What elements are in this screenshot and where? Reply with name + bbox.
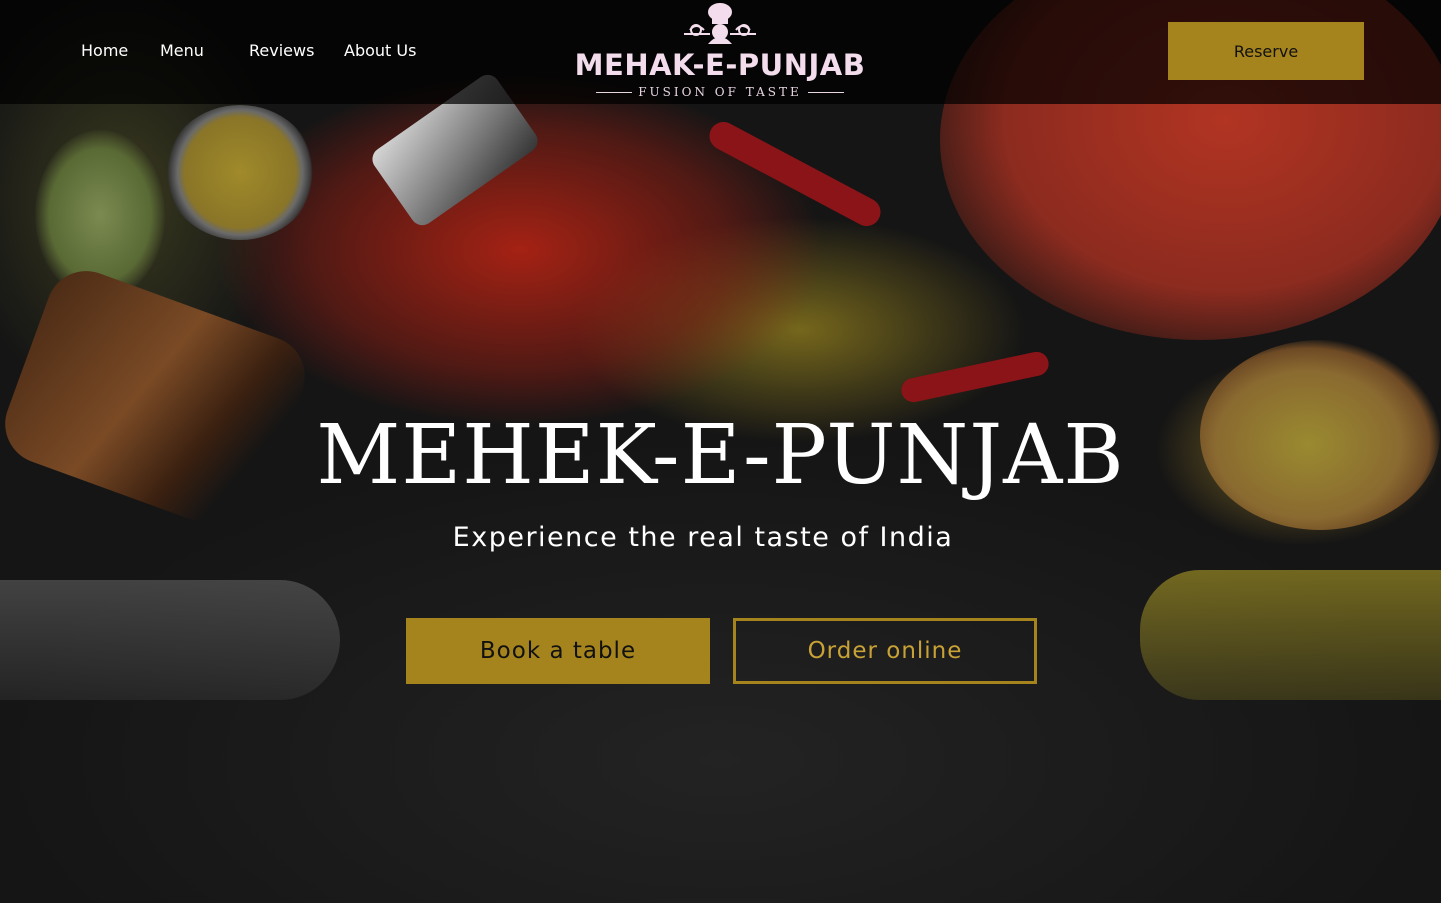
hero-subtitle: Experience the real taste of India	[452, 522, 954, 553]
hero-title: MEHEK-E-PUNJAB	[316, 408, 1125, 503]
nav-about-link[interactable]: About Us	[344, 41, 416, 60]
cumin-bowl-image	[165, 105, 315, 240]
nav-menu-link[interactable]: Menu	[160, 41, 204, 60]
logo-name: MEHAK-E-PUNJAB	[574, 48, 866, 82]
reserve-button[interactable]: Reserve	[1168, 22, 1364, 80]
divider	[596, 91, 633, 93]
book-table-button[interactable]: Book a table	[406, 618, 710, 684]
nav-home-link[interactable]: Home	[81, 41, 128, 60]
glass-bottle-image	[0, 580, 340, 700]
red-chili-image	[704, 117, 886, 231]
divider	[807, 91, 844, 93]
chef-emblem-icon	[684, 3, 756, 44]
oil-bottle-image	[1140, 570, 1441, 700]
logo-tagline: FUSION OF TASTE	[638, 85, 802, 99]
site-header: Home Menu Reviews About Us MEHAK-E-PUNJA…	[0, 0, 1441, 104]
red-chili-image	[899, 349, 1051, 405]
logo-tagline-row: FUSION OF TASTE	[596, 84, 844, 100]
nav-reviews-link[interactable]: Reviews	[249, 41, 314, 60]
cardamom-image	[35, 130, 165, 300]
site-logo[interactable]: MEHAK-E-PUNJAB FUSION OF TASTE	[560, 0, 880, 104]
order-online-button[interactable]: Order online	[733, 618, 1037, 684]
